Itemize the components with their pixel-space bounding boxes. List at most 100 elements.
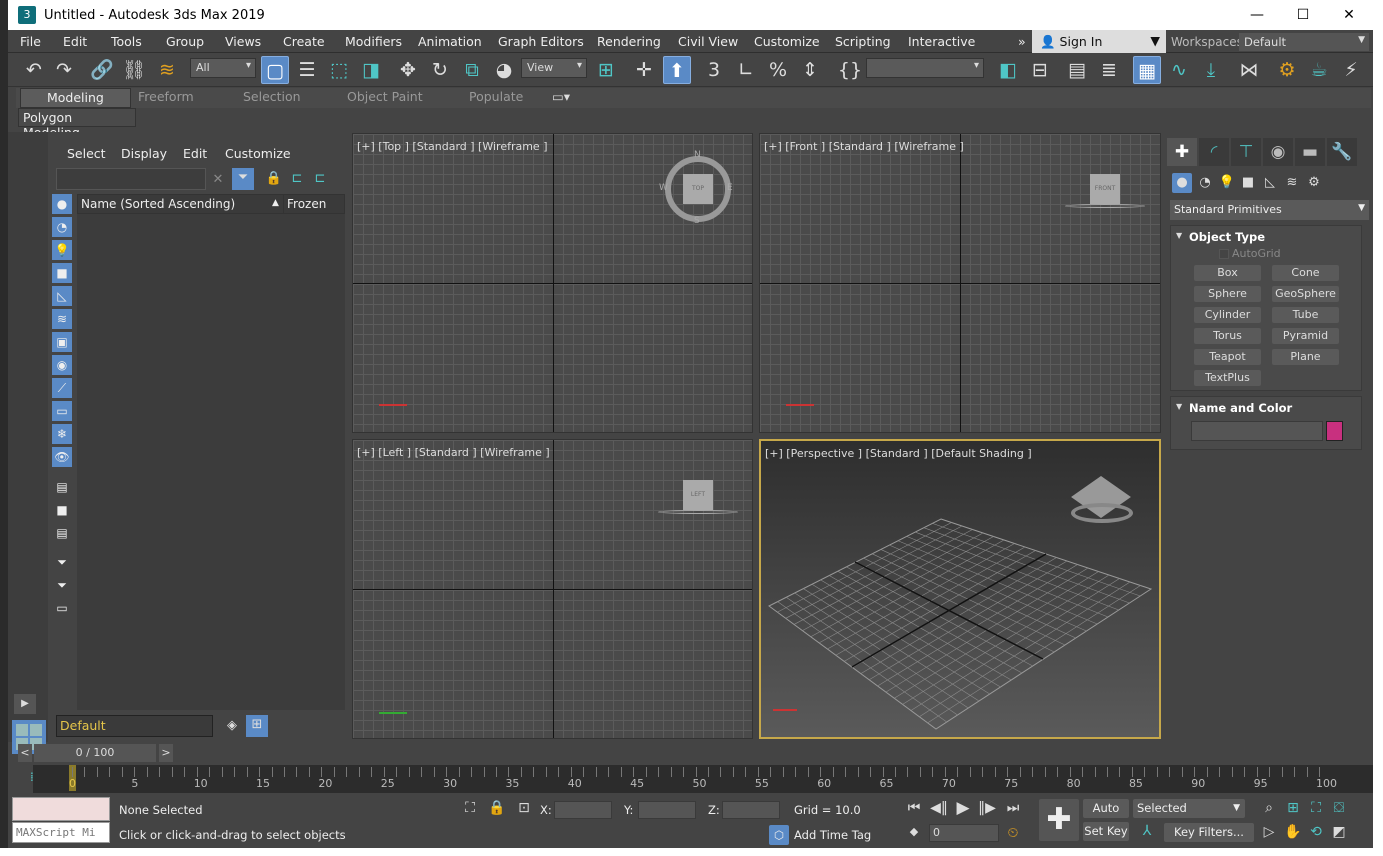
hierarchy-tab-icon[interactable]: ⊤ xyxy=(1231,138,1261,166)
menu-create[interactable]: Create xyxy=(283,34,325,49)
x-coordinate-input[interactable] xyxy=(554,801,612,819)
sign-in-button[interactable]: 👤 Sign In ▼ xyxy=(1032,30,1166,53)
helpers-icon[interactable]: ◺ xyxy=(1260,173,1280,193)
explorer-menu-edit[interactable]: Edit xyxy=(183,146,207,161)
maxscript-mini-input[interactable]: MAXScript Mi xyxy=(12,822,110,843)
percent-snap-icon[interactable]: % xyxy=(764,56,792,84)
object-name-input[interactable] xyxy=(1191,421,1323,441)
layer-dropdown[interactable]: Default xyxy=(56,715,213,737)
close-button[interactable]: ✕ xyxy=(1326,0,1372,30)
window-crossing-icon[interactable]: ◨ xyxy=(357,56,385,84)
expand-arrow-icon[interactable]: ▶ xyxy=(14,694,36,714)
menu-edit[interactable]: Edit xyxy=(63,34,87,49)
menu-customize[interactable]: Customize xyxy=(754,34,820,49)
tab-object-paint[interactable]: Object Paint xyxy=(347,89,423,104)
create-tab-icon[interactable]: ✚ xyxy=(1167,138,1197,166)
ribbon-toggle-icon[interactable]: ▦ xyxy=(1133,56,1161,84)
zoom-extents-icon[interactable]: ⛶ xyxy=(1307,800,1325,816)
key-mode-icon[interactable]: ◆ xyxy=(905,825,923,838)
isolate-selection-icon[interactable]: ⛶ xyxy=(461,800,479,816)
bind-spacewarp-icon[interactable]: ≋ xyxy=(153,56,181,84)
undo-icon[interactable]: ↶ xyxy=(20,56,48,84)
geosphere-button[interactable]: GeoSphere xyxy=(1272,286,1339,302)
timeline-track[interactable]: 0 5 10 15 20 25 30 35 40 45 50 55 60 65 70 75 80 85 90 95 10… xyxy=(33,765,1373,793)
explorer-menu-customize[interactable]: Customize xyxy=(225,146,291,161)
explorer-menu-select[interactable]: Select xyxy=(67,146,106,161)
layer-explorer-icon[interactable]: ≣ xyxy=(1095,56,1123,84)
rotate-icon[interactable]: ↻ xyxy=(426,56,454,84)
pan-icon[interactable]: ✋ xyxy=(1284,824,1302,840)
modify-tab-icon[interactable]: ◜ xyxy=(1199,138,1229,166)
motion-tab-icon[interactable]: ◉ xyxy=(1263,138,1293,166)
filter-lights-icon[interactable]: 💡 xyxy=(52,240,72,260)
shapes-icon[interactable]: ◔ xyxy=(1195,173,1215,193)
maxscript-listener[interactable] xyxy=(12,797,110,821)
zoom-extents-all-icon[interactable]: ⛋ xyxy=(1330,800,1348,816)
filter-geometry-icon[interactable]: ● xyxy=(52,194,72,214)
menu-graph-editors[interactable]: Graph Editors xyxy=(498,34,584,49)
default-in-out-tangents-icon[interactable]: ⅄ xyxy=(1138,823,1156,839)
zoom-icon[interactable]: ⌕ xyxy=(1260,800,1278,816)
cylinder-button[interactable]: Cylinder xyxy=(1194,307,1261,323)
rollout-title[interactable]: Name and Color xyxy=(1189,401,1292,415)
cameras-icon[interactable]: ■ xyxy=(1238,173,1258,193)
sphere-button[interactable]: Sphere xyxy=(1194,286,1261,302)
rect-selection-icon[interactable]: ⬚ xyxy=(325,56,353,84)
menu-rendering[interactable]: Rendering xyxy=(597,34,661,49)
display-tab-icon[interactable]: ▬ xyxy=(1295,138,1325,166)
go-to-start-icon[interactable]: ⏮ xyxy=(905,800,923,816)
filter-groups-icon[interactable]: ▣ xyxy=(52,332,72,352)
named-selection-edit-icon[interactable]: {} xyxy=(836,56,864,84)
object-color-swatch[interactable] xyxy=(1326,421,1343,441)
viewport-label[interactable]: [+] [Front ] [Standard ] [Wireframe ] xyxy=(764,140,964,153)
dope-sheet-icon[interactable]: ⤓ xyxy=(1197,56,1225,84)
rollout-title[interactable]: Object Type xyxy=(1189,230,1265,244)
viewport-front[interactable]: [+] [Front ] [Standard ] [Wireframe ] FR… xyxy=(759,133,1161,433)
keyboard-shortcut-icon[interactable]: ⬆ xyxy=(663,56,691,84)
systems-icon[interactable]: ⚙ xyxy=(1304,173,1324,193)
placement-icon[interactable]: ◕ xyxy=(490,56,518,84)
play-icon[interactable]: ▶ xyxy=(954,798,972,818)
filter-helpers-icon[interactable]: ◺ xyxy=(52,286,72,306)
add-time-tag-button[interactable]: Add Time Tag xyxy=(794,828,871,842)
textplus-button[interactable]: TextPlus xyxy=(1194,370,1261,386)
manipulate-icon[interactable]: ✛ xyxy=(630,56,658,84)
cone-button[interactable]: Cone xyxy=(1272,265,1339,281)
scale-icon[interactable]: ⧉ xyxy=(458,56,486,84)
filter-funnel-icon[interactable]: ⏷ xyxy=(52,552,72,572)
absolute-mode-icon[interactable]: ⊡ xyxy=(515,800,533,816)
go-to-end-icon[interactable]: ⏭ xyxy=(1004,800,1022,816)
pivot-icon[interactable]: ⊞ xyxy=(592,56,620,84)
schematic-icon[interactable]: ⋈ xyxy=(1235,56,1263,84)
select-by-name-icon[interactable]: ☰ xyxy=(293,56,321,84)
selection-set-icon[interactable]: ▭ xyxy=(52,598,72,618)
ribbon-options-icon[interactable]: ▭▾ xyxy=(552,89,570,104)
next-frame-icon[interactable]: ‖▶ xyxy=(978,800,996,816)
collapse-icon[interactable]: ▼ xyxy=(1176,231,1182,240)
menu-modifiers[interactable]: Modifiers xyxy=(345,34,402,49)
named-selection-dropdown[interactable] xyxy=(866,58,984,78)
explorer-menu-display[interactable]: Display xyxy=(121,146,167,161)
filter-containers-icon[interactable]: ▭ xyxy=(52,401,72,421)
prev-frame-button[interactable]: < xyxy=(18,744,32,762)
render-icon[interactable]: ⚡ xyxy=(1337,56,1365,84)
align-icon[interactable]: ⊟ xyxy=(1026,56,1054,84)
angle-snap-icon[interactable]: ∟ xyxy=(732,56,760,84)
explorer-list[interactable] xyxy=(77,214,345,710)
reference-coord-dropdown[interactable]: View xyxy=(521,58,587,78)
menu-scripting[interactable]: Scripting xyxy=(835,34,891,49)
menu-tools[interactable]: Tools xyxy=(111,34,142,49)
maximize-button[interactable]: ☐ xyxy=(1280,0,1326,30)
viewport-perspective[interactable]: [+] [Perspective ] [Standard ] [Default … xyxy=(759,439,1161,739)
tab-selection[interactable]: Selection xyxy=(243,89,301,104)
zoom-all-icon[interactable]: ⊞ xyxy=(1284,800,1302,816)
viewport-label[interactable]: [+] [Top ] [Standard ] [Wireframe ] xyxy=(357,140,548,153)
selection-lock-icon[interactable]: 🔒 xyxy=(488,800,506,816)
menu-file[interactable]: File xyxy=(20,34,41,49)
spacewarps-icon[interactable]: ≋ xyxy=(1282,173,1302,193)
time-tag-icon[interactable]: ⬡ xyxy=(769,825,789,845)
scene-explorer-icon[interactable]: ▤ xyxy=(1063,56,1091,84)
autogrid-checkbox[interactable] xyxy=(1219,249,1229,259)
filter-spacewarps-icon[interactable]: ≋ xyxy=(52,309,72,329)
filter-xrefs-icon[interactable]: ◉ xyxy=(52,355,72,375)
